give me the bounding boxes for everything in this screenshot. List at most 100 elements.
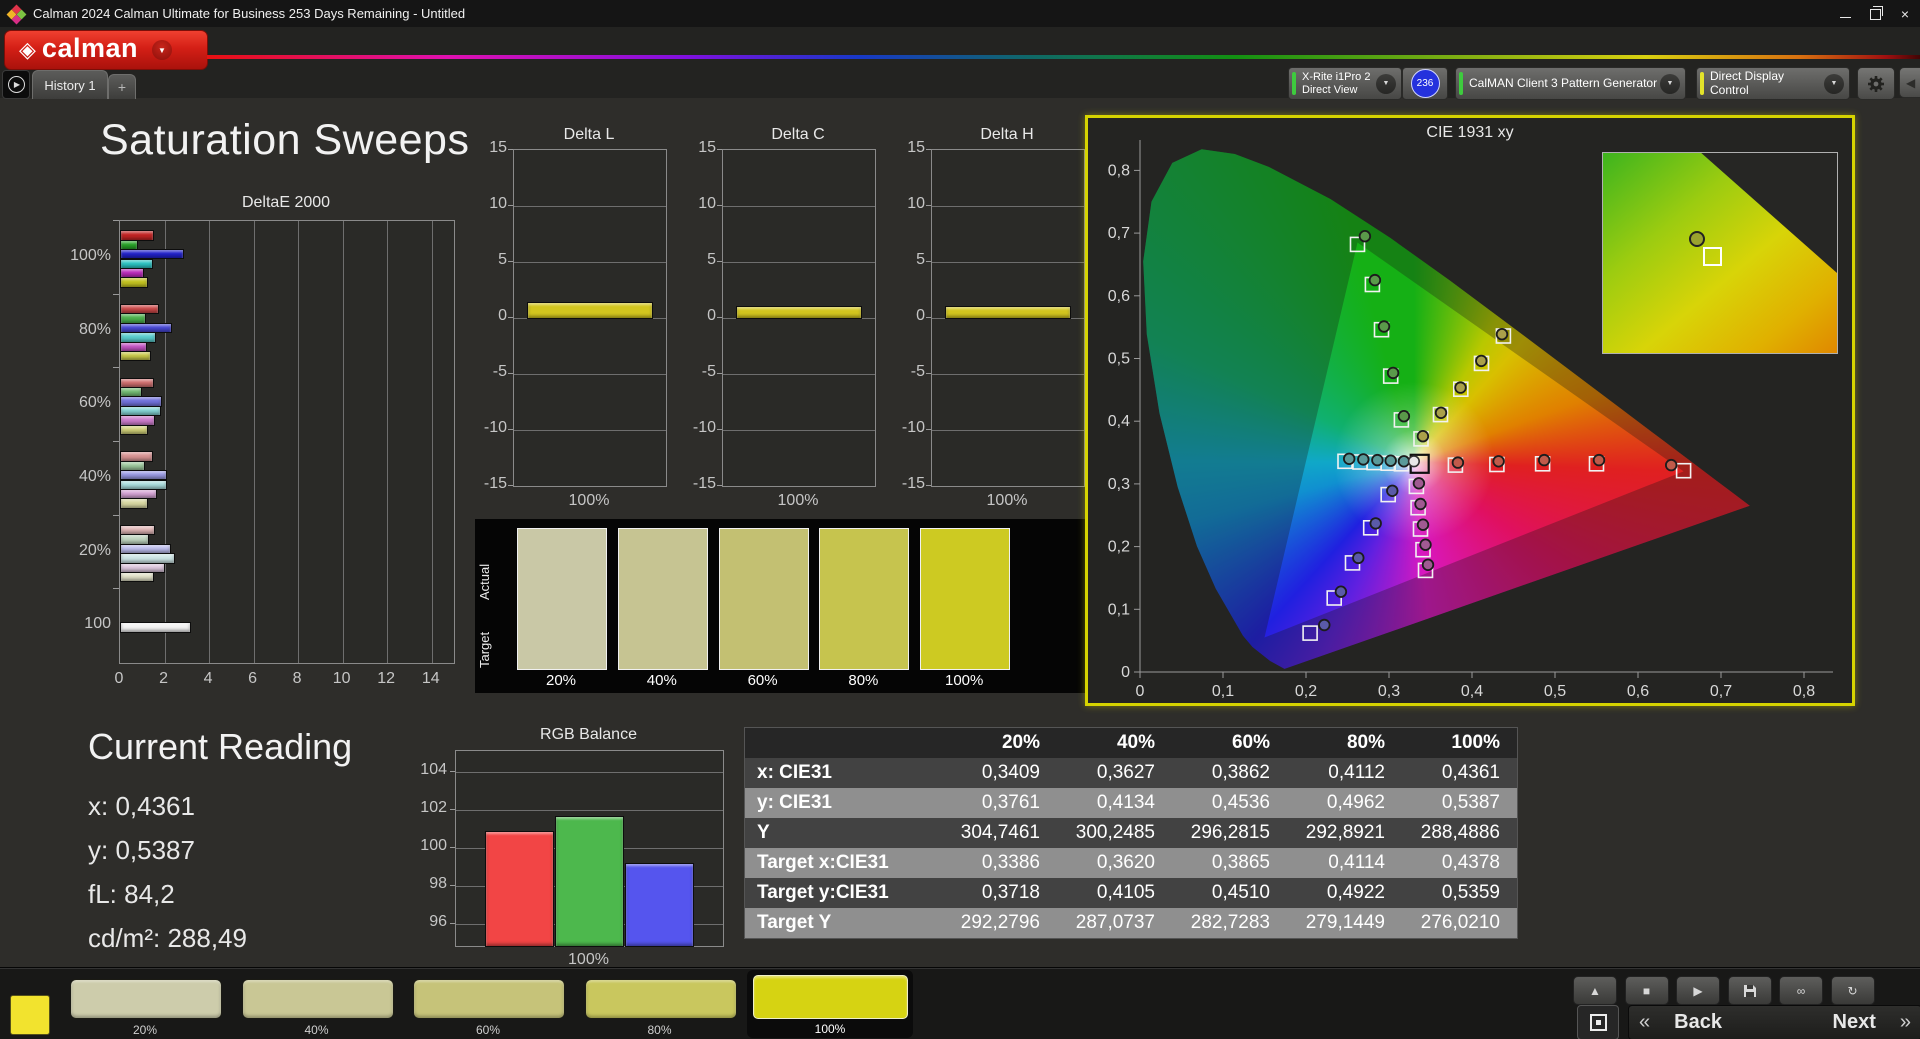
swatch-button-20%[interactable] [70, 979, 222, 1019]
loop-button[interactable]: ∞ [1779, 976, 1823, 1005]
measured-point-red [1451, 456, 1465, 469]
table-cell: 296,2815 [1190, 822, 1270, 843]
display-control-name: Direct Display Control [1710, 68, 1785, 97]
play-button[interactable]: ▶ [1676, 976, 1720, 1005]
table-row: Target y:CIE31 0,3718 0,4105 0,4510 0,4922 0,… [745, 878, 1517, 908]
reading-x: x: 0,4361 [88, 791, 195, 821]
meter-selector[interactable]: X-Rite i1Pro 2 Direct View ▼ [1288, 67, 1402, 100]
table-cell: 0,5387 [1441, 792, 1500, 813]
y-tick-label: 100 [420, 837, 447, 855]
bottom-toolbar: 20% 40% 60% 80% 100% ▲ ■ ▶ ∞ ↻ « Back Next » [0, 967, 1920, 1039]
selected-swatch-plate: 100% [747, 970, 913, 1038]
rgb-bar-red [485, 830, 554, 947]
gridline [456, 809, 723, 811]
next-chevrons-icon[interactable]: » [1890, 1011, 1920, 1034]
meter-reading-badge[interactable]: 236 [1402, 67, 1448, 100]
y-axis-tick [717, 429, 722, 430]
y-tick-label: -10 [901, 419, 925, 436]
table-cell: 0,3386 [981, 852, 1040, 873]
y-tick-label: 5 [498, 251, 507, 268]
measured-point-blue [1318, 618, 1331, 632]
reading-fl: fL: 84,2 [88, 879, 175, 909]
table-row: Target Y 292,2796 287,0737 282,7283 279,1449… [745, 908, 1517, 938]
table-row: y: CIE31 0,3761 0,4134 0,4536 0,4962 0,5387 [745, 788, 1517, 818]
pattern-generator-selector[interactable]: CalMAN Client 3 Pattern Generator ▼ [1455, 67, 1686, 100]
meter-mode: Direct View [1302, 83, 1358, 96]
delta-chart-title: Delta C [771, 126, 825, 143]
y-group-label: 100% [70, 247, 111, 264]
current-reading: Current Reading x: 0,4361 y: 0,5387 fL: … [88, 726, 352, 960]
collapse-panel-button[interactable]: ◀ [1899, 67, 1920, 98]
measured-point-red [1492, 455, 1505, 468]
close-button[interactable]: × [1890, 0, 1920, 27]
pattern-window-button[interactable] [1577, 1005, 1619, 1039]
measured-point-magenta [1419, 538, 1432, 551]
y-tick-label: 102 [420, 798, 447, 816]
y-group-label: 60% [78, 394, 111, 412]
window-controls: × [1830, 0, 1920, 27]
deltae-bar [120, 571, 154, 583]
swatch-button-40%[interactable] [241, 979, 394, 1019]
save-button[interactable] [1727, 976, 1772, 1005]
rgb-balance-chart [455, 750, 724, 947]
x-tick-label: 8 [292, 670, 302, 687]
swatch-button-100%[interactable] [753, 975, 908, 1019]
measured-point-green [1358, 229, 1372, 243]
delta-chart-delta-h: Delta H 15 10 5 0 -5 -10 -15 100% [902, 126, 1085, 509]
table-row-label: Target Y [757, 912, 832, 933]
page-title: Saturation Sweeps [100, 116, 470, 164]
y-tick-label: -5 [701, 363, 716, 380]
play-icon: ▶ [7, 76, 25, 93]
spectrum-strip [207, 55, 1920, 59]
chevron-down-icon: ▼ [1376, 73, 1396, 94]
rgb-bar-blue [625, 863, 694, 947]
swatch-40% [617, 528, 708, 670]
table-header-cell: 20% [1001, 732, 1040, 753]
y-tick-label: 104 [420, 760, 447, 778]
table-header-cell: 40% [1116, 732, 1155, 753]
refresh-button[interactable]: ↻ [1830, 976, 1875, 1005]
table-cell: 0,4378 [1441, 852, 1500, 873]
swatch-100% [920, 528, 1011, 670]
swatch-button-label: 100% [814, 1022, 846, 1036]
y-axis-tick [508, 317, 513, 318]
eject-button[interactable]: ▲ [1573, 976, 1617, 1005]
measured-point-green [1368, 273, 1382, 287]
swatch-button-60%[interactable] [413, 979, 565, 1019]
y-axis-tick [926, 261, 931, 262]
tab-scroll-button[interactable]: ▶ [2, 70, 30, 99]
table-header-cell: 100% [1451, 732, 1500, 753]
gridline [514, 430, 666, 431]
table-row: Y 304,7461 300,2485 296,2815 292,8921 288,488… [745, 818, 1517, 848]
restore-button[interactable] [1860, 0, 1890, 27]
swatch-button-80%[interactable] [584, 979, 737, 1019]
table-row-label: Target x:CIE31 [757, 852, 889, 873]
calman-menu-button[interactable]: ◈ calman ▼ [4, 30, 208, 70]
minimize-button[interactable] [1830, 0, 1860, 27]
gridline [514, 206, 666, 207]
table-cell: 0,4134 [1096, 792, 1155, 813]
swatch-20% [517, 528, 607, 670]
save-icon [1743, 984, 1756, 997]
delta-bar [527, 301, 653, 319]
stop-button[interactable]: ■ [1624, 976, 1669, 1005]
meter-status-bar [1292, 72, 1296, 95]
gridline [387, 221, 389, 663]
table-cell: 0,3627 [1096, 762, 1155, 783]
next-button[interactable]: Next [1819, 1011, 1890, 1034]
back-chevrons-icon[interactable]: « [1629, 1011, 1660, 1034]
settings-button[interactable] [1857, 67, 1895, 100]
display-status-bar [1700, 72, 1704, 95]
measured-point-blue [1369, 517, 1382, 530]
table-cell: 0,4114 [1328, 852, 1385, 873]
display-control-selector[interactable]: Direct Display Control ▼ [1696, 67, 1850, 100]
cie-1931-chart: CIE 1931 xy 0 0,1 0,2 0,3 0,4 0,5 0,6 0,7 0,8 0 0,… [1085, 115, 1855, 706]
measured-point-cyan [1371, 453, 1384, 467]
swatch-60% [718, 528, 809, 670]
add-tab-button[interactable]: + [108, 74, 136, 99]
tab-history-1[interactable]: History 1 [32, 70, 108, 99]
back-button[interactable]: Back [1660, 1011, 1736, 1034]
app-icon [6, 4, 27, 24]
swatch-label: 40% [646, 672, 677, 689]
table-cell: 0,4962 [1326, 792, 1385, 813]
